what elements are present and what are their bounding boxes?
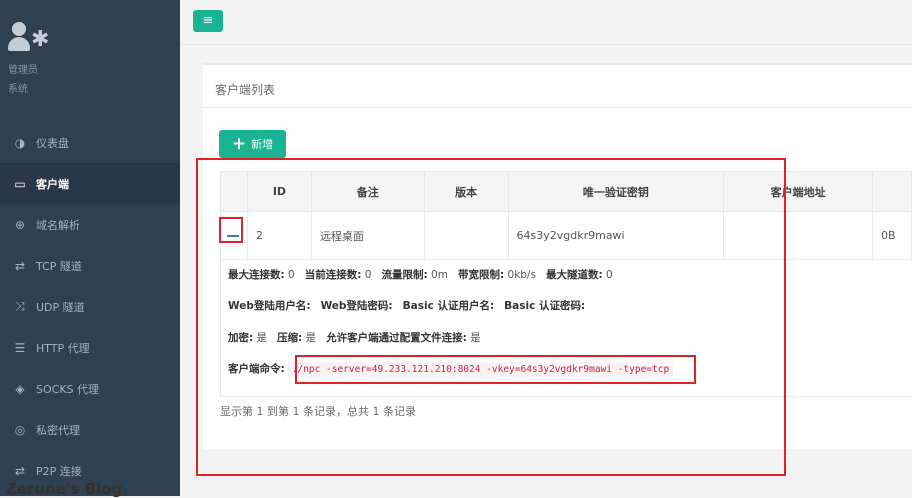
layers-icon: ◈ [15,381,25,396]
user-gear-icon[interactable]: ✱ [8,22,56,58]
sidebar-item-label: TCP 隧道 [36,259,82,273]
monitor-icon: ▭ [14,176,26,191]
annotation-box-expanded-row [196,158,786,476]
add-button-label: 新增 [251,138,274,151]
sidebar-item-label: 仪表盘 [36,136,69,150]
plus-icon: + [231,134,247,154]
exchange-icon: ⇄ [14,463,26,478]
sidebar-item-label: UDP 隧道 [36,300,85,314]
eye-slash-icon: ◎ [14,422,26,437]
add-client-button[interactable]: + 新增 [219,130,286,158]
user-name: 管理员 [8,65,38,76]
sidebar-item-6[interactable]: ◈ SOCKS 代理 [0,368,180,409]
dashboard-icon: ◑ [14,135,26,150]
sidebar-item-3[interactable]: ⇄ TCP 隧道 [0,245,180,286]
col-traffic[interactable] [871,171,912,212]
sidebar-item-label: 域名解析 [36,218,80,232]
sidebar-item-label: SOCKS 代理 [36,382,100,396]
sidebar-item-label: P2P 连接 [36,464,82,478]
watermark: Zerune's Blog [6,480,123,498]
sidebar: ✱ 管理员 系统 ◑ 仪表盘 ▭ 客户端 ⊕ 域名解析 ⇄ TCP 隧道 ⤨ UDP 隧道 ☰ HTT… [0,0,180,498]
sidebar-item-label: HTTP 代理 [36,341,90,355]
profile: ✱ 管理员 系统 [8,22,178,96]
sidebar-item-label: 客户端 [36,177,69,191]
cell-traffic: 0B [871,211,912,260]
server-icon: ☰ [14,340,26,355]
annotation-box-collapse-toggle [219,217,243,243]
top-bar: ≡ [180,0,912,45]
sidebar-item-label: 私密代理 [36,423,80,437]
user-role: 系统 [8,84,28,95]
sidebar-item-1[interactable]: ▭ 客户端 [0,163,180,204]
divider [203,107,912,108]
globe-icon: ⊕ [14,217,26,232]
sidebar-nav: ◑ 仪表盘 ▭ 客户端 ⊕ 域名解析 ⇄ TCP 隧道 ⤨ UDP 隧道 ☰ HTTP 代理 ◈ SOCK… [0,122,180,491]
hamburger-icon[interactable]: ≡ [193,10,223,32]
sidebar-item-4[interactable]: ⤨ UDP 隧道 [0,286,180,327]
sidebar-item-7[interactable]: ◎ 私密代理 [0,409,180,450]
panel-title: 客户端列表 [215,83,276,97]
annotation-box-command [295,355,696,384]
tunnel-icon: ⇄ [14,258,26,273]
sidebar-item-0[interactable]: ◑ 仪表盘 [0,122,180,163]
sidebar-item-5[interactable]: ☰ HTTP 代理 [0,327,180,368]
sidebar-item-2[interactable]: ⊕ 域名解析 [0,204,180,245]
shuffle-icon: ⤨ [15,299,25,313]
